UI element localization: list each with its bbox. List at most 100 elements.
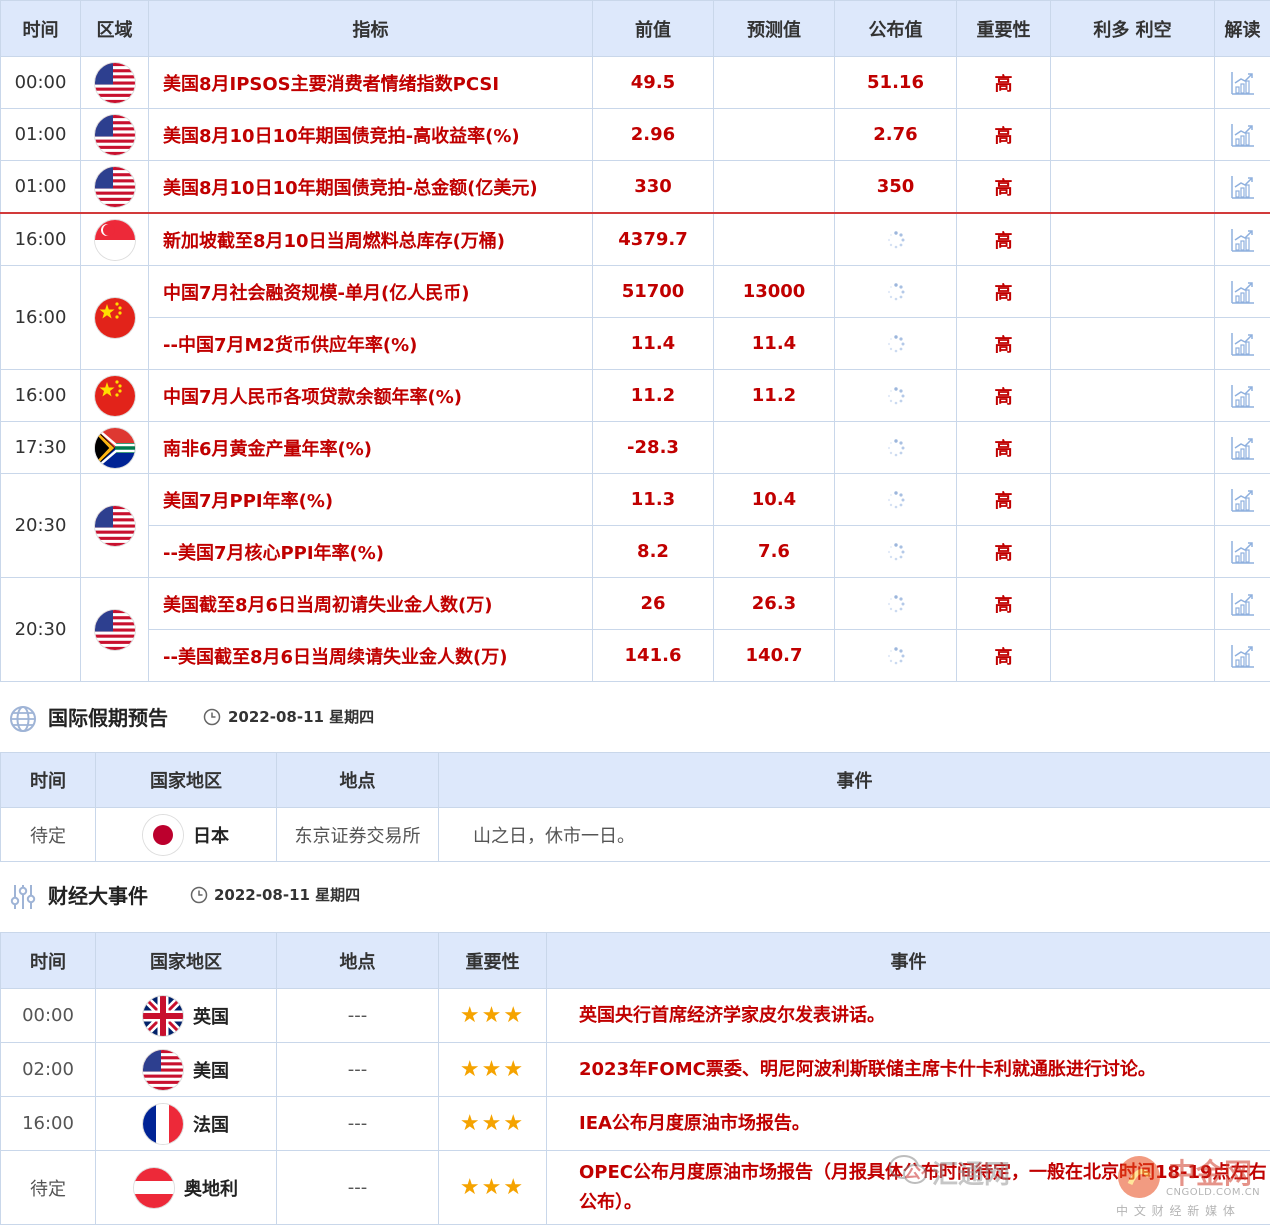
calendar-importance: 高 bbox=[956, 421, 1051, 474]
loading-spinner-icon bbox=[887, 387, 904, 405]
loading-spinner-icon bbox=[887, 283, 904, 301]
calendar-indicator-link[interactable]: --美国截至8月6日当周续请失业金人数(万) bbox=[148, 629, 593, 682]
south-africa-flag-icon bbox=[95, 428, 135, 468]
chart-analysis-icon[interactable] bbox=[1230, 70, 1256, 96]
chart-analysis-icon[interactable] bbox=[1230, 643, 1256, 669]
calendar-indicator-link[interactable]: --中国7月M2货币供应年率(%) bbox=[148, 317, 593, 370]
calendar-importance: 高 bbox=[956, 369, 1051, 422]
loading-spinner-icon bbox=[887, 647, 904, 665]
watermark-text-4: 中 文 财 经 新 媒 体 bbox=[1116, 1204, 1236, 1218]
calendar-indicator-link[interactable]: 美国8月IPSOS主要消费者情绪指数PCSI bbox=[148, 56, 593, 109]
holiday-event: 山之日，休市一日。 bbox=[438, 807, 1270, 862]
calendar-analysis[interactable] bbox=[1214, 108, 1270, 161]
globe-icon bbox=[10, 706, 36, 732]
calendar-forecast bbox=[713, 160, 835, 214]
event-importance: ★★★ bbox=[438, 988, 547, 1043]
calendar-indicator-link[interactable]: 美国7月PPI年率(%) bbox=[148, 473, 593, 526]
calendar-indicator-link[interactable]: --美国7月核心PPI年率(%) bbox=[148, 525, 593, 578]
france-flag-icon bbox=[143, 1103, 183, 1144]
calendar-region bbox=[80, 160, 149, 214]
calendar-analysis[interactable] bbox=[1214, 577, 1270, 630]
calendar-previous: 51700 bbox=[592, 265, 714, 318]
china-flag-icon bbox=[94, 297, 135, 338]
calendar-region bbox=[80, 369, 149, 422]
calendar-forecast bbox=[713, 108, 835, 161]
chart-analysis-icon[interactable] bbox=[1230, 331, 1256, 357]
event-place: --- bbox=[276, 1150, 439, 1225]
holiday-col-place: 地点 bbox=[276, 752, 439, 808]
wechat-icon bbox=[889, 1155, 927, 1184]
calendar-header-row: 时间 区域 指标 前值 预测值 公布值 重要性 利多 利空 解读 bbox=[0, 0, 1270, 57]
calendar-indicator-link[interactable]: 南非6月黄金产量年率(%) bbox=[148, 421, 593, 474]
calendar-actual bbox=[834, 369, 957, 422]
calendar-row: --美国7月核心PPI年率(%) 8.2 7.6 高 bbox=[1, 525, 1270, 578]
calendar-impact bbox=[1050, 265, 1215, 318]
chart-analysis-icon[interactable] bbox=[1230, 174, 1256, 200]
calendar-analysis[interactable] bbox=[1214, 421, 1270, 474]
calendar-analysis[interactable] bbox=[1214, 265, 1270, 318]
calendar-row: --美国截至8月6日当周续请失业金人数(万) 141.6 140.7 高 bbox=[1, 629, 1270, 682]
event-country-cell: 奥地利 bbox=[95, 1150, 277, 1225]
calendar-indicator-link[interactable]: 美国截至8月6日当周初请失业金人数(万) bbox=[148, 577, 593, 630]
calendar-row: 16:00 中国7月社会融资规模-单月(亿人民币) 51700 13000 高 bbox=[0, 265, 1270, 370]
holiday-section-header: 国际假期预告 2022-08-11 星期四 bbox=[0, 688, 1270, 748]
calendar-analysis[interactable] bbox=[1214, 525, 1270, 578]
calendar-previous: 11.3 bbox=[592, 473, 714, 526]
chart-analysis-icon[interactable] bbox=[1230, 591, 1256, 617]
calendar-region bbox=[80, 56, 149, 109]
chart-analysis-icon[interactable] bbox=[1230, 539, 1256, 565]
calendar-analysis[interactable] bbox=[1214, 369, 1270, 422]
calendar-analysis[interactable] bbox=[1214, 56, 1270, 109]
chart-analysis-icon[interactable] bbox=[1230, 122, 1256, 148]
calendar-indicator-link[interactable]: 新加坡截至8月10日当周燃料总库存(万桶) bbox=[148, 212, 593, 266]
calendar-row: 20:30 美国截至8月6日当周初请失业金人数(万) 26 26.3 高 bbox=[0, 577, 1270, 682]
col-header-forecast: 预测值 bbox=[713, 0, 835, 57]
calendar-impact bbox=[1050, 56, 1215, 109]
event-country-cell: 英国 bbox=[95, 988, 277, 1043]
calendar-indicator-link[interactable]: 中国7月人民币各项贷款余额年率(%) bbox=[148, 369, 593, 422]
calendar-actual bbox=[834, 525, 957, 578]
calendar-previous: 141.6 bbox=[592, 629, 714, 682]
calendar-indicator-link[interactable]: 美国8月10日10年期国债竞拍-高收益率(%) bbox=[148, 108, 593, 161]
chart-analysis-icon[interactable] bbox=[1230, 487, 1256, 513]
chart-analysis-icon[interactable] bbox=[1230, 383, 1256, 409]
chart-analysis-icon[interactable] bbox=[1230, 435, 1256, 461]
calendar-actual bbox=[834, 577, 957, 630]
calendar-region bbox=[80, 212, 149, 266]
star-rating-icon: ★★★ bbox=[459, 1003, 526, 1028]
event-importance: ★★★ bbox=[438, 1150, 547, 1225]
calendar-analysis[interactable] bbox=[1214, 629, 1270, 682]
event-time: 02:00 bbox=[0, 1042, 96, 1097]
calendar-indicator-link[interactable]: 中国7月社会融资规模-单月(亿人民币) bbox=[148, 265, 593, 318]
event-description: 英国央行首席经济学家皮尔发表讲话。 bbox=[546, 988, 1270, 1043]
event-country: 法国 bbox=[193, 1114, 229, 1136]
loading-spinner-icon bbox=[887, 543, 904, 561]
chart-analysis-icon[interactable] bbox=[1230, 227, 1256, 253]
holiday-col-time: 时间 bbox=[0, 752, 96, 808]
loading-spinner-icon bbox=[887, 595, 904, 613]
calendar-analysis[interactable] bbox=[1214, 473, 1270, 526]
calendar-analysis[interactable] bbox=[1214, 317, 1270, 370]
calendar-previous: 2.96 bbox=[592, 108, 714, 161]
calendar-indicator-link[interactable]: 美国8月10日10年期国债竞拍-总金额(亿美元) bbox=[148, 160, 593, 214]
calendar-region bbox=[80, 577, 149, 682]
calendar-importance: 高 bbox=[956, 212, 1051, 266]
event-time: 待定 bbox=[0, 1150, 96, 1225]
calendar-time: 20:30 bbox=[0, 473, 81, 578]
calendar-row: 16:00 新加坡截至8月10日当周燃料总库存(万桶) 4379.7 高 bbox=[0, 212, 1270, 266]
calendar-analysis[interactable] bbox=[1214, 160, 1270, 214]
chart-analysis-icon[interactable] bbox=[1230, 279, 1256, 305]
event-country-cell: 美国 bbox=[95, 1042, 277, 1097]
calendar-forecast: 140.7 bbox=[713, 629, 835, 682]
calendar-forecast bbox=[713, 56, 835, 109]
singapore-flag-icon bbox=[94, 219, 135, 260]
holiday-place: 东京证券交易所 bbox=[276, 807, 439, 862]
calendar-time: 01:00 bbox=[0, 108, 81, 161]
calendar-importance: 高 bbox=[956, 525, 1051, 578]
events-col-time: 时间 bbox=[0, 932, 96, 989]
calendar-actual bbox=[834, 473, 957, 526]
events-section-title: 财经大事件 bbox=[48, 884, 148, 908]
calendar-importance: 高 bbox=[956, 577, 1051, 630]
calendar-analysis[interactable] bbox=[1214, 212, 1270, 266]
event-description: 2023年FOMC票委、明尼阿波利斯联储主席卡什卡利就通胀进行讨论。 bbox=[546, 1042, 1270, 1097]
